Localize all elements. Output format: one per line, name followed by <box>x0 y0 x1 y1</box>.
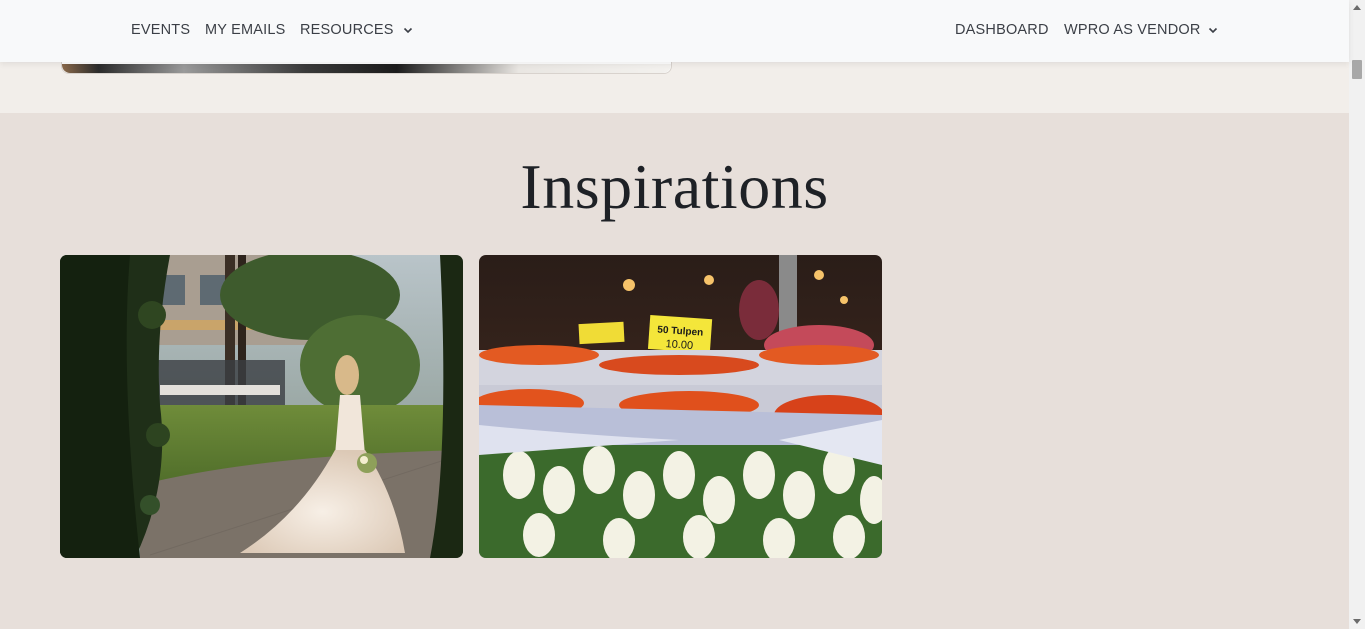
bride-in-garden-image <box>60 255 463 558</box>
nav-resources-label: RESOURCES <box>300 22 394 38</box>
nav-wpro-as-vendor-label: WPRO AS VENDOR <box>1064 22 1201 38</box>
inspiration-card-bride[interactable] <box>60 255 463 558</box>
chevron-down-icon <box>403 27 412 34</box>
previous-card-image-strip <box>62 64 671 73</box>
top-navbar: EVENTS MY EMAILS RESOURCES DASHBOARD WPR… <box>0 0 1349 62</box>
sign-price-text: 10.00 <box>665 338 693 352</box>
nav-dashboard-label: DASHBOARD <box>955 22 1049 38</box>
tulip-market-image: 50 Tulpen 10.00 <box>479 255 882 558</box>
nav-resources-dropdown[interactable]: RESOURCES <box>300 22 414 38</box>
nav-dashboard[interactable]: DASHBOARD <box>955 22 1049 38</box>
section-title: Inspirations <box>520 151 829 222</box>
vertical-scrollbar[interactable] <box>1349 0 1365 629</box>
nav-events[interactable]: EVENTS <box>131 22 190 38</box>
scrollbar-thumb[interactable] <box>1352 60 1362 79</box>
scroll-up-arrow-icon[interactable] <box>1353 5 1361 10</box>
nav-events-label: EVENTS <box>131 22 191 38</box>
inspiration-card-tulips[interactable]: 50 Tulpen 10.00 <box>479 255 882 558</box>
nav-my-emails-label: MY EMAILS <box>205 22 286 38</box>
nav-my-emails[interactable]: MY EMAILS <box>205 22 286 38</box>
nav-wpro-as-vendor-dropdown[interactable]: WPRO AS VENDOR <box>1064 22 1219 38</box>
chevron-down-icon <box>1208 27 1217 34</box>
scroll-down-arrow-icon[interactable] <box>1353 619 1361 624</box>
